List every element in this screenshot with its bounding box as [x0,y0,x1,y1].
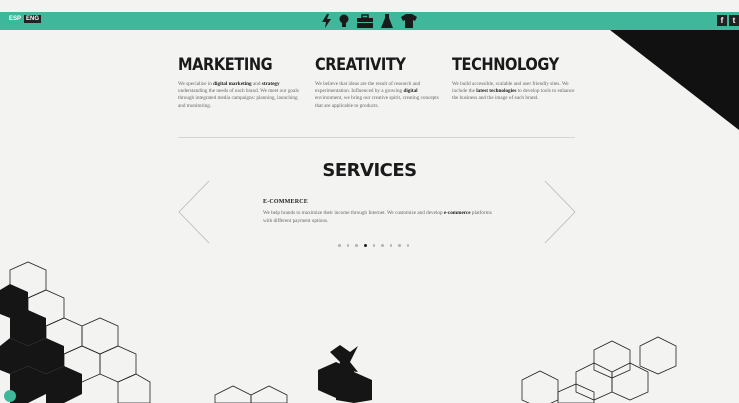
location-pin-icon[interactable] [4,390,16,402]
hexagon-pattern [0,261,677,403]
